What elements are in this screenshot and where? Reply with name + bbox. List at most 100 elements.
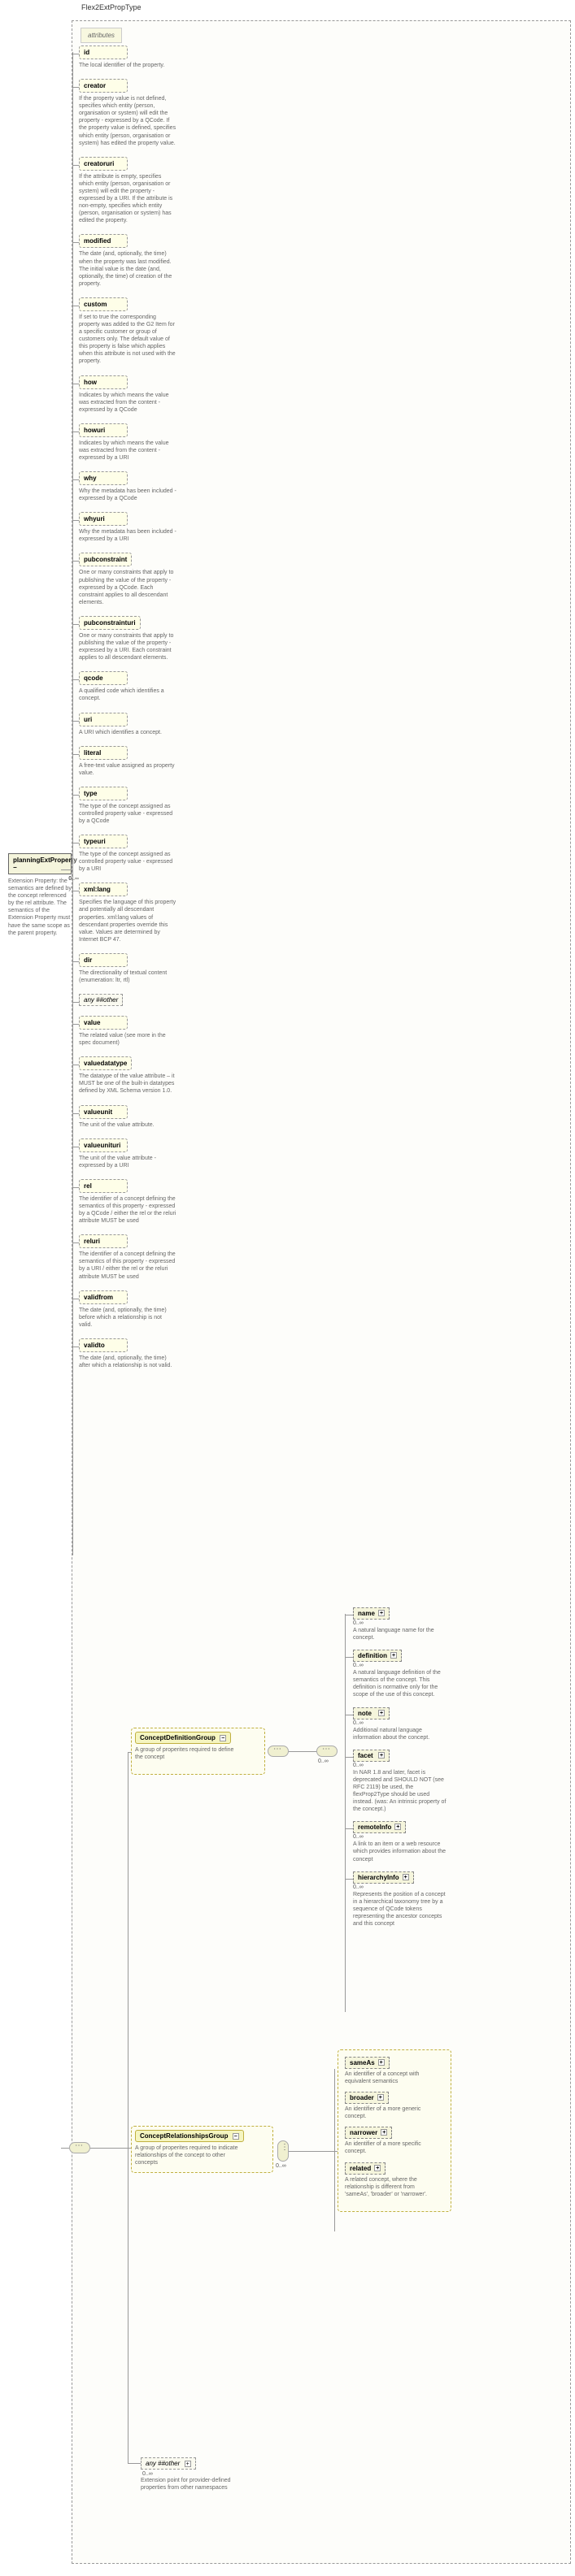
attribute-description: The date (and, optionally, the time) whe… xyxy=(79,250,176,287)
sequence-connector xyxy=(268,1746,289,1757)
attribute-description: Indicates by which means the value was e… xyxy=(79,440,176,462)
occurrence-label: 0..∞ xyxy=(353,1620,463,1626)
expand-icon[interactable]: − xyxy=(233,2133,239,2140)
attribute-description: If the attribute is empty, specifies whi… xyxy=(79,173,176,225)
attribute-box: reluri xyxy=(79,1234,128,1248)
attribute-box: why xyxy=(79,471,128,485)
element-box: related+ xyxy=(345,2162,386,2175)
element-box: hierarchyInfo+ xyxy=(353,1871,414,1884)
attribute-description: The unit of the value attribute. xyxy=(79,1121,176,1129)
attribute-custom: customIf set to true the corresponding p… xyxy=(79,297,185,366)
attribute-pubconstraint: pubconstraint One or many constraints tha… xyxy=(79,553,185,605)
element-box: facet+ xyxy=(353,1750,390,1762)
attribute-valueunituri: valueunituriThe unit of the value attrib… xyxy=(79,1138,185,1169)
expand-icon[interactable]: + xyxy=(377,2094,384,2101)
attribute-box: dir xyxy=(79,953,128,967)
concept-rel-elements: sameAs+An identifier of a concept with e… xyxy=(345,2057,444,2198)
attribute-description: Why the metadata has been included - exp… xyxy=(79,488,176,502)
attribute-description: The type of the concept assigned as cont… xyxy=(79,803,176,825)
occurrence-label: 0..∞ xyxy=(353,1663,463,1668)
attribute-description: A URI which identifies a concept. xyxy=(79,729,176,736)
attribute-box: creatoruri xyxy=(79,157,128,171)
expand-icon[interactable]: + xyxy=(374,2165,381,2171)
element-definition: definition+0..∞A natural language defini… xyxy=(353,1650,463,1698)
attribute-description: Indicates by which means the value was e… xyxy=(79,392,176,414)
attribute-reluri: reluriThe identifier of a concept defini… xyxy=(79,1234,185,1280)
element-box: definition+ xyxy=(353,1650,402,1662)
expand-icon[interactable]: + xyxy=(378,1752,385,1759)
attribute-box: how xyxy=(79,375,128,389)
expand-icon[interactable]: + xyxy=(403,1874,409,1880)
attribute-qcode: qcodeA qualified code which identifies a… xyxy=(79,671,185,702)
attribute-why: why Why the metadata has been included - … xyxy=(79,471,185,502)
expand-icon[interactable]: + xyxy=(378,2059,385,2066)
element-narrower: narrower+An identifier of a more specifi… xyxy=(345,2127,444,2155)
sequence-connector xyxy=(69,2142,90,2153)
group-label: ConceptDefinitionGroup − xyxy=(135,1732,231,1744)
relationship-choice-wrapper: sameAs+An identifier of a concept with e… xyxy=(338,2049,451,2212)
element-planningExtProperty: planningExtProperty − 0..∞ xyxy=(8,853,72,874)
attribute-description: The local identifier of the property. xyxy=(79,62,176,69)
expand-icon[interactable]: + xyxy=(394,1824,401,1830)
attribute---other: any ##other xyxy=(79,994,185,1006)
expand-icon[interactable]: − xyxy=(220,1735,226,1741)
any-box: any ##other + xyxy=(141,2457,196,2470)
attribute-value: valueThe related value (see more in the … xyxy=(79,1016,185,1047)
element-description: Extension Property: the semantics are de… xyxy=(8,878,72,937)
expand-icon[interactable]: + xyxy=(378,1710,385,1716)
type-container: attributes idThe local identifier of the… xyxy=(72,20,571,2564)
attribute-description: A free-text value assigned as property v… xyxy=(79,762,176,777)
attribute-box: typeuri xyxy=(79,835,128,848)
element-box: narrower+ xyxy=(345,2127,392,2139)
attribute-description: Why the metadata has been included - exp… xyxy=(79,528,176,543)
attribute-box: modified xyxy=(79,234,128,248)
type-label: Flex2ExtPropType xyxy=(81,3,142,11)
root-element: planningExtProperty − 0..∞ Extension Pro… xyxy=(8,853,72,937)
attribute-howuri: howuriIndicates by which means the value… xyxy=(79,423,185,462)
element-description: An identifier of a concept with equivale… xyxy=(345,2071,438,2085)
attributes-connector-line xyxy=(72,52,73,1555)
element-box: broader+ xyxy=(345,2092,389,2104)
expand-icon[interactable]: − xyxy=(13,864,17,871)
concept-def-elements: name+0..∞A natural language name for the… xyxy=(353,1607,463,1936)
attribute-type: typeThe type of the concept assigned as … xyxy=(79,787,185,825)
attribute-box: any ##other xyxy=(79,994,123,1006)
attribute-description: The type of the concept assigned as cont… xyxy=(79,851,176,873)
expand-icon[interactable]: + xyxy=(185,2461,191,2467)
element-note: note+0..∞Additional natural language inf… xyxy=(353,1707,463,1741)
attribute-valuedatatype: valuedatatypeThe datatype of the value a… xyxy=(79,1056,185,1095)
attribute-box: valuedatatype xyxy=(79,1056,132,1070)
group-concept-relationships: ConceptRelationshipsGroup − A group of p… xyxy=(131,2126,273,2173)
attribute-box: creator xyxy=(79,79,128,93)
attribute-dir: dirThe directionality of textual content… xyxy=(79,953,185,984)
element-description: Represents the position of a concept in … xyxy=(353,1891,446,1928)
element-label: planningExtProperty xyxy=(13,856,77,864)
element-description: A link to an item or a web resource whic… xyxy=(353,1841,446,1863)
expand-icon[interactable]: + xyxy=(390,1652,397,1659)
attribute-description: The date (and, optionally, the time) aft… xyxy=(79,1355,176,1369)
element-description: A natural language name for the concept. xyxy=(353,1627,446,1641)
attribute-creator: creatorIf the property value is not defi… xyxy=(79,79,185,147)
group-concept-definition: ConceptDefinitionGroup − A group of prop… xyxy=(131,1728,265,1775)
attribute-id: idThe local identifier of the property. xyxy=(79,46,185,69)
element-box: note+ xyxy=(353,1707,390,1720)
element-description: A natural language definition of the sem… xyxy=(353,1669,446,1698)
group-label: ConceptRelationshipsGroup − xyxy=(135,2130,244,2142)
attribute-box: xml:lang xyxy=(79,883,128,896)
expand-icon[interactable]: + xyxy=(378,1610,385,1616)
attribute-box: custom xyxy=(79,297,128,311)
attribute-literal: literal A free-text value assigned as pro… xyxy=(79,746,185,777)
attribute-box: pubconstraint xyxy=(79,553,132,566)
group-description: A group of properites required to define… xyxy=(135,1746,241,1761)
attribute-description: One or many constraints that apply to pu… xyxy=(79,569,176,605)
attribute-description: One or many constraints that apply to pu… xyxy=(79,632,176,661)
attribute-box: literal xyxy=(79,746,128,760)
attribute-whyuri: whyuriWhy the metadata has been included… xyxy=(79,512,185,543)
choice-connector: 0..∞ xyxy=(277,2140,289,2162)
attribute-validfrom: validfromThe date (and, optionally, the … xyxy=(79,1290,185,1329)
attribute-uri: uriA URI which identifies a concept. xyxy=(79,713,185,736)
expand-icon[interactable]: + xyxy=(381,2129,387,2136)
attribute-box: validfrom xyxy=(79,1290,128,1304)
attributes-section-label: attributes xyxy=(81,28,122,43)
attribute-box: valueunit xyxy=(79,1105,128,1119)
